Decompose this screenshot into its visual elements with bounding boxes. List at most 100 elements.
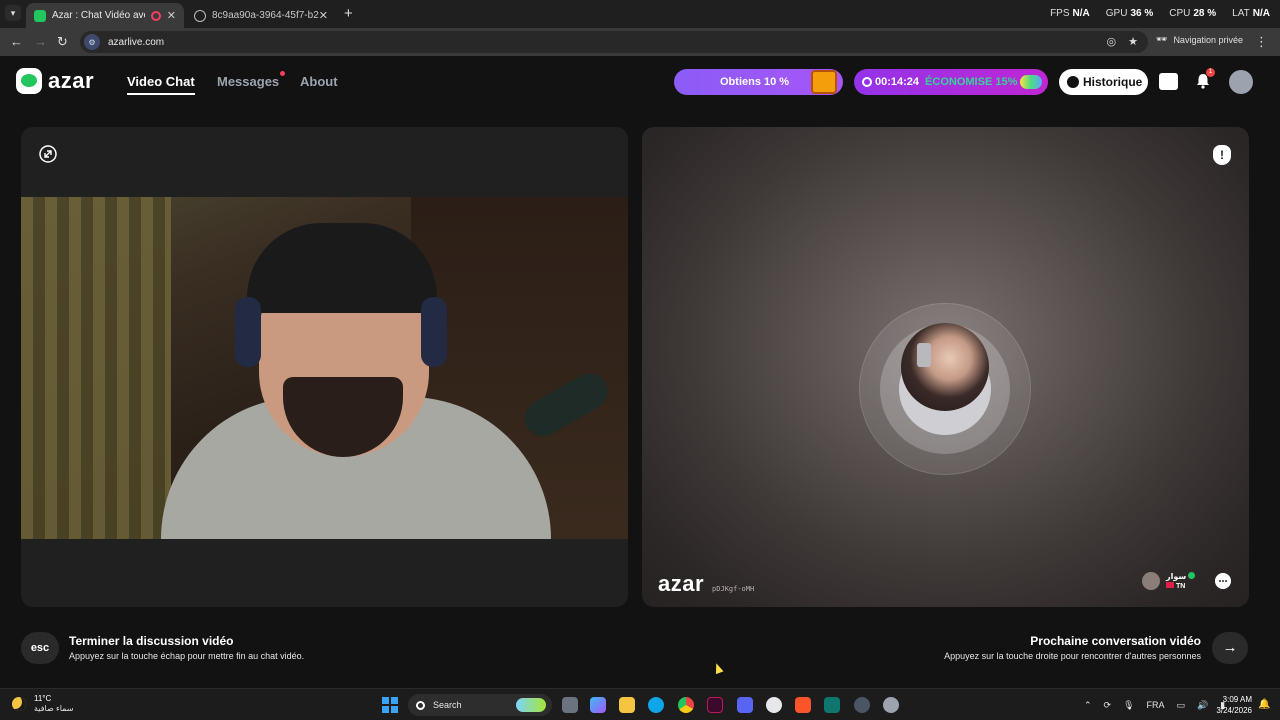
history-label: Historique	[1083, 75, 1143, 89]
mouse-cursor-icon	[712, 661, 724, 675]
next-chat-subtitle: Appuyez sur la touche droite pour rencon…	[944, 651, 1201, 661]
esc-button[interactable]: esc	[21, 632, 59, 664]
close-tab-icon[interactable]: ✕	[319, 9, 328, 22]
tab-title: 8c9aa90a-3964-45f7-b26d-248	[212, 10, 319, 21]
peer-country: TN	[1176, 583, 1186, 590]
promo-button[interactable]: Obtiens 10 %	[674, 69, 843, 95]
new-tab-button[interactable]: +	[344, 5, 353, 22]
performance-overlay: FPS N/A GPU 36 % CPU 28 % LAT N/A	[1050, 8, 1270, 19]
chevron-up-icon[interactable]: ⌃	[1084, 700, 1092, 711]
forward-arrow-icon[interactable]: →	[34, 34, 47, 49]
settings-gear-icon[interactable]	[883, 697, 899, 713]
weather-condition: سماء صافية	[34, 704, 74, 713]
fps-stat: FPS N/A	[1050, 8, 1090, 19]
promo-label: Obtiens 10 %	[720, 76, 790, 88]
microphone-icon[interactable]: 🎙	[1123, 700, 1134, 711]
incognito-label: Navigation privée	[1173, 34, 1243, 45]
search-label: Search	[433, 700, 462, 710]
url-omnibox[interactable]: ⚙ azarlive.com ◎ ★	[80, 31, 1148, 53]
tab-strip: ▾ Azar : Chat Vidéo avec de n ✕ 8c9aa90a…	[0, 0, 1280, 28]
peer-info[interactable]: سوار TN	[1142, 572, 1196, 590]
timer-app-icon[interactable]	[766, 697, 782, 713]
back-arrow-icon[interactable]: ←	[10, 34, 23, 49]
peer-name: سوار	[1166, 572, 1187, 581]
next-chat-hint: Prochaine conversation vidéo Appuyez sur…	[944, 634, 1201, 661]
streaming-app-icon[interactable]	[824, 697, 840, 713]
gems-icon	[1020, 75, 1042, 89]
system-tray: ⌃ ⟳ 🎙 FRA ▭ 🔊 ▮	[1084, 689, 1225, 720]
nav-video-chat[interactable]: Video Chat	[127, 74, 195, 95]
network-icon[interactable]: ▭	[1177, 700, 1186, 711]
task-view-icon[interactable]	[562, 697, 578, 713]
report-shield-icon[interactable]: !	[1213, 145, 1231, 165]
lat-stat: LAT N/A	[1232, 8, 1270, 19]
match-profile-photo	[901, 323, 989, 411]
headset-left	[235, 297, 261, 367]
clock-time: 3:09 AM	[1222, 695, 1252, 704]
tab-search-icon[interactable]: ▾	[5, 5, 21, 21]
session-id: pDJKgf-oMH	[712, 585, 755, 593]
azar-logo[interactable]: azar	[16, 68, 94, 94]
copilot-icon[interactable]	[590, 697, 606, 713]
unread-dot	[280, 71, 286, 76]
moon-icon	[12, 697, 26, 711]
browser-menu-icon[interactable]: ⋮	[1255, 34, 1268, 50]
nav-messages[interactable]: Messages	[217, 71, 286, 89]
app-icon[interactable]	[707, 697, 723, 713]
profile-avatar-icon[interactable]	[1229, 70, 1253, 94]
clock-date: 3/24/2026	[1216, 706, 1252, 715]
discord-icon[interactable]	[737, 697, 753, 713]
file-explorer-icon[interactable]	[619, 697, 635, 713]
chat-bubble-icon[interactable]	[1215, 573, 1231, 589]
top-navigation: azar Video Chat Messages About Obtiens 1…	[0, 56, 1280, 108]
next-chat-title: Prochaine conversation vidéo	[1030, 634, 1201, 648]
session-timer-badge[interactable]: 00:14:24 ÉCONOMISE 15%	[854, 69, 1048, 95]
incognito-indicator[interactable]: 🕶 Navigation privée	[1156, 34, 1243, 45]
incognito-icon: 🕶	[1156, 34, 1168, 44]
reload-icon[interactable]: ↻	[57, 34, 68, 50]
tab-title: Azar : Chat Vidéo avec de n	[52, 10, 145, 21]
end-chat-hint: Terminer la discussion vidéo Appuyez sur…	[69, 634, 304, 661]
notification-center-icon[interactable]: 🔔	[1258, 699, 1270, 710]
gpu-stat: GPU 36 %	[1105, 8, 1154, 19]
treasure-chest-icon	[811, 70, 837, 94]
windows-start-icon[interactable]	[382, 697, 398, 713]
close-tab-icon[interactable]: ✕	[167, 9, 176, 22]
bookmark-star-icon[interactable]: ★	[1128, 35, 1138, 48]
site-info-icon[interactable]: ⚙	[84, 34, 100, 50]
next-arrow-button[interactable]: →	[1212, 632, 1248, 664]
expand-icon[interactable]	[36, 142, 60, 166]
history-button[interactable]: Historique	[1059, 69, 1148, 95]
save-offer: ÉCONOMISE 15%	[925, 76, 1018, 88]
azar-watermark: azar pDJKgf-oMH	[658, 571, 754, 597]
watermark-logo: azar	[658, 571, 705, 596]
brave-icon[interactable]	[795, 697, 811, 713]
chrome-icon[interactable]	[678, 697, 694, 713]
search-highlight-icon	[516, 698, 546, 712]
taskbar-search[interactable]: Search	[408, 694, 552, 716]
azar-app: azar Video Chat Messages About Obtiens 1…	[0, 56, 1280, 688]
weather-widget[interactable]: 11°C سماء صافية	[12, 694, 74, 714]
volume-icon[interactable]: 🔊	[1197, 700, 1208, 711]
taskbar-clock[interactable]: 3:09 AM 3/24/2026	[1212, 694, 1252, 716]
cpu-stat: CPU 28 %	[1169, 8, 1217, 19]
windows-taskbar: 11°C سماء صافية Search ⌃ ⟳ 🎙 FRA ▭ 🔊 ▮ 3…	[0, 688, 1280, 720]
peer-avatar	[1142, 572, 1160, 590]
azar-favicon-icon	[34, 9, 46, 22]
local-camera-feed	[21, 197, 628, 539]
steam-icon[interactable]	[854, 697, 870, 713]
address-bar: ← → ↻ ⚙ azarlive.com ◎ ★ 🕶 Navigation pr…	[0, 28, 1280, 56]
tab-second[interactable]: 8c9aa90a-3964-45f7-b26d-248 ✕	[186, 3, 336, 28]
store-icon[interactable]	[1159, 73, 1178, 90]
nav-about[interactable]: About	[300, 74, 338, 89]
language-indicator[interactable]: FRA	[1147, 700, 1165, 710]
remote-video-panel: ! azar pDJKgf-oMH سوار TN	[642, 127, 1249, 607]
edge-icon[interactable]	[648, 697, 664, 713]
sync-icon[interactable]: ⟳	[1104, 700, 1112, 711]
verified-icon	[1188, 572, 1196, 579]
eye-off-icon[interactable]: ◎	[1107, 35, 1117, 48]
url-text[interactable]: azarlive.com	[108, 37, 164, 48]
recording-icon	[150, 10, 161, 21]
local-video-panel	[21, 127, 628, 607]
tab-azar[interactable]: Azar : Chat Vidéo avec de n ✕	[26, 3, 184, 28]
